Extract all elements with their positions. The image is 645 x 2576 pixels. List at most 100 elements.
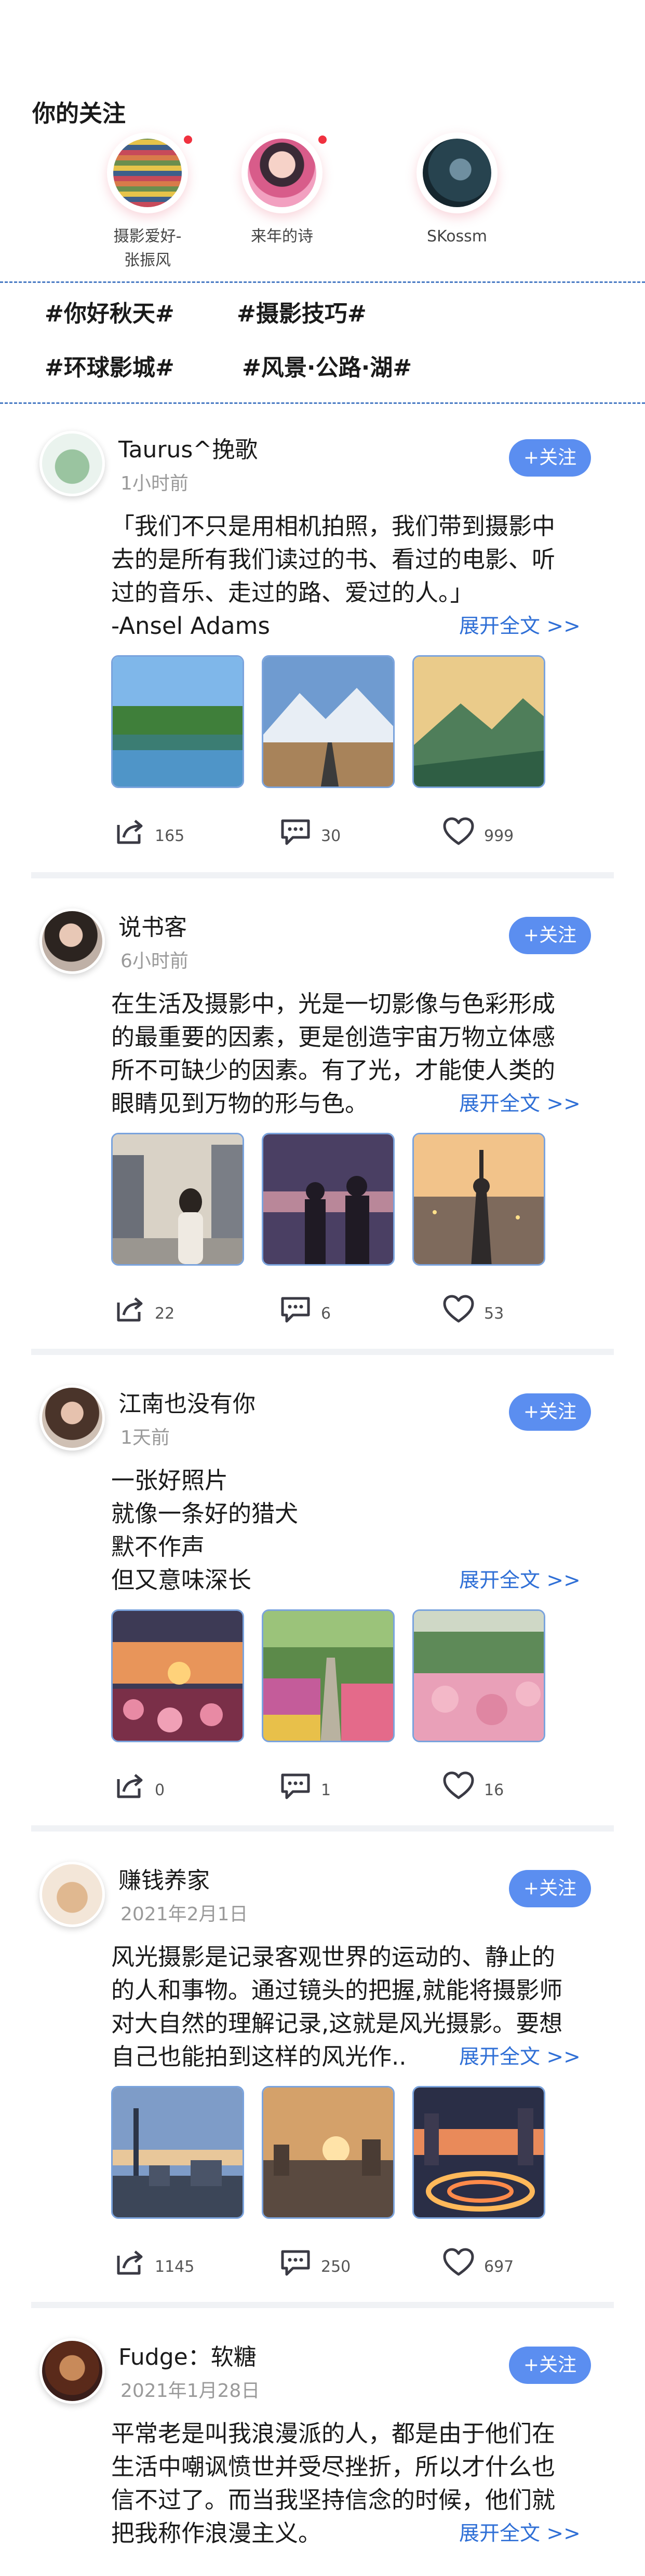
post-separator <box>31 2302 614 2308</box>
avatar-image <box>423 139 491 207</box>
share-icon <box>117 1297 143 1322</box>
expand-link[interactable]: 展开全文 >> <box>459 2517 581 2546</box>
heart-icon <box>443 1771 474 1799</box>
avatar[interactable] <box>39 909 105 974</box>
post-image[interactable] <box>262 2086 395 2219</box>
post-username[interactable]: 说书客 <box>118 909 187 942</box>
like-count: 999 <box>484 827 514 845</box>
following-user-name: 来年的诗 <box>251 227 313 246</box>
comment-icon <box>281 1773 310 1799</box>
post-username[interactable]: 江南也没有你 <box>118 1385 256 1418</box>
heart-icon <box>443 2248 474 2276</box>
follow-button[interactable]: +关注 <box>509 439 591 477</box>
share-count: 22 <box>155 1305 175 1323</box>
comment-icon <box>281 819 310 845</box>
post-card: Taurus^挽歌 1小时前 +关注 「我们不只是用相机拍照，我们带到摄影中 去… <box>0 416 645 878</box>
like-action[interactable]: 999 <box>440 814 523 850</box>
avatar-image <box>248 139 316 207</box>
post-image[interactable] <box>412 1609 545 1742</box>
expand-link[interactable]: 展开全文 >> <box>459 1088 581 1117</box>
update-dot <box>184 135 192 144</box>
avatar[interactable] <box>241 132 327 213</box>
avatar-image <box>113 139 182 207</box>
comment-count: 250 <box>321 2258 351 2276</box>
expand-link[interactable]: 展开全文 >> <box>459 2041 581 2070</box>
divider <box>0 402 645 404</box>
comment-action[interactable]: 1 <box>277 1768 360 1804</box>
post-username[interactable]: Fudge：软糖 <box>118 2338 257 2371</box>
post-image[interactable] <box>111 1609 244 1742</box>
update-dot <box>318 135 327 144</box>
share-icon <box>117 1774 143 1798</box>
share-action[interactable]: 0 <box>111 1768 194 1804</box>
topic-tag-photo-tips[interactable]: #摄影技巧# <box>237 295 367 328</box>
post-separator <box>31 1349 614 1355</box>
like-action[interactable]: 53 <box>440 1291 523 1327</box>
follow-button[interactable]: +关注 <box>509 917 591 954</box>
post-image[interactable] <box>412 655 545 788</box>
like-action[interactable]: 16 <box>440 1768 523 1804</box>
post-card: 赚钱养家 2021年2月1日 +关注 风光摄影是记录客观世界的运动的、静止的 的… <box>0 1847 645 2309</box>
comment-icon <box>281 2250 310 2276</box>
post-time: 2021年2月1日 <box>120 1904 248 1925</box>
post-image[interactable] <box>111 2086 244 2219</box>
post-card: 说书客 6小时前 +关注 在生活及摄影中，光是一切影像与色彩形成 的最重要的因素… <box>0 894 645 1356</box>
post-image[interactable] <box>111 655 244 788</box>
post-image[interactable] <box>262 1609 395 1742</box>
comment-action[interactable]: 6 <box>277 1291 360 1327</box>
share-icon <box>117 2250 143 2275</box>
following-user-1[interactable]: 摄影爱好- 张振风 <box>80 132 215 273</box>
share-count: 1145 <box>155 2258 195 2276</box>
post-time: 2021年1月28日 <box>120 2380 260 2402</box>
expand-link[interactable]: 展开全文 >> <box>459 1564 581 1593</box>
expand-link[interactable]: 展开全文 >> <box>459 610 581 639</box>
comment-action[interactable]: 30 <box>277 814 360 850</box>
follow-button[interactable]: +关注 <box>509 2347 591 2384</box>
heart-icon <box>443 1295 474 1323</box>
avatar[interactable] <box>39 1862 105 1927</box>
following-user-3[interactable]: SKossm <box>389 132 525 249</box>
like-count: 16 <box>484 1781 504 1799</box>
topic-tag-universal[interactable]: #环球影城# <box>45 349 174 382</box>
post-username[interactable]: 赚钱养家 <box>118 1862 210 1895</box>
following-user-2[interactable]: 来年的诗 <box>214 132 350 249</box>
comment-count: 30 <box>321 827 341 845</box>
comment-icon <box>281 1297 310 1323</box>
following-list: 摄影爱好- 张振风 来年的诗 SKossm <box>0 132 645 273</box>
heart-icon <box>443 817 474 845</box>
topic-tag-scenery[interactable]: #风景·公路·湖# <box>242 349 412 382</box>
comment-count: 6 <box>321 1305 331 1323</box>
comment-action[interactable]: 250 <box>277 2244 371 2281</box>
following-user-name: 摄影爱好- 张振风 <box>113 227 182 269</box>
follow-button[interactable]: +关注 <box>509 1393 591 1431</box>
avatar[interactable] <box>39 1385 105 1450</box>
like-action[interactable]: 697 <box>440 2244 534 2281</box>
post-time: 6小时前 <box>120 951 189 972</box>
divider <box>0 281 645 283</box>
share-count: 165 <box>155 827 185 845</box>
post-image[interactable] <box>262 655 395 788</box>
post-image[interactable] <box>262 1133 395 1266</box>
post-username[interactable]: Taurus^挽歌 <box>118 431 258 464</box>
like-count: 53 <box>484 1305 504 1323</box>
post-separator <box>31 1825 614 1832</box>
following-user-name: SKossm <box>426 227 488 246</box>
post-time: 1小时前 <box>120 473 189 494</box>
post-card: 江南也没有你 1天前 +关注 一张好照片 就像一条好的猎犬 默不作声 但又意味深… <box>0 1371 645 1833</box>
share-action[interactable]: 165 <box>111 814 194 850</box>
avatar[interactable] <box>39 431 105 496</box>
share-action[interactable]: 22 <box>111 1291 194 1327</box>
post-image[interactable] <box>412 1133 545 1266</box>
avatar[interactable] <box>39 2338 105 2404</box>
post-image[interactable] <box>412 2086 545 2219</box>
post-card: Fudge：软糖 2021年1月28日 +关注 平常老是叫我浪漫派的人，都是由于… <box>0 2324 645 2576</box>
topic-tag-autumn[interactable]: #你好秋天# <box>45 295 174 328</box>
like-count: 697 <box>484 2258 514 2276</box>
share-icon <box>117 820 143 844</box>
post-time: 1天前 <box>120 1427 170 1448</box>
avatar[interactable] <box>416 132 498 213</box>
avatar[interactable] <box>107 132 192 213</box>
post-image[interactable] <box>111 1133 244 1266</box>
share-action[interactable]: 1145 <box>111 2244 205 2281</box>
follow-button[interactable]: +关注 <box>509 1870 591 1907</box>
